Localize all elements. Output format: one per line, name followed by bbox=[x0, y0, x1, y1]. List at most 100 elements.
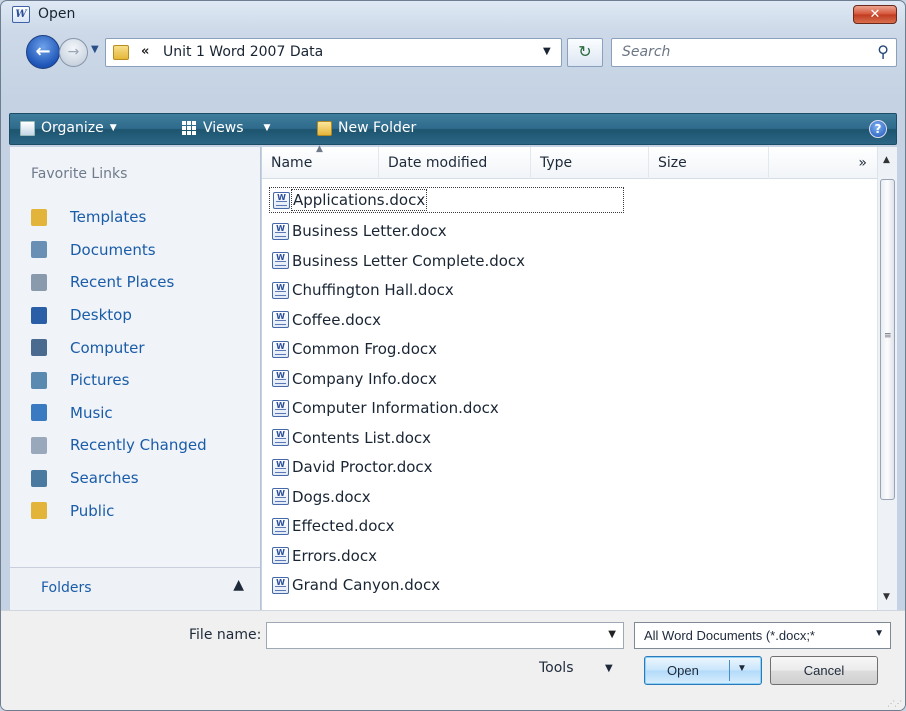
forward-button[interactable]: → bbox=[59, 38, 88, 67]
more-columns-button[interactable]: » bbox=[769, 147, 877, 179]
column-header-name[interactable]: ▲ Name bbox=[262, 144, 379, 179]
breadcrumb-current-folder[interactable]: Unit 1 Word 2007 Data bbox=[163, 44, 323, 60]
sidebar-item-desktop[interactable]: Desktop bbox=[31, 299, 251, 332]
dialog-footer: File name: ▼ All Word Documents (*.docx;… bbox=[1, 610, 905, 710]
file-row[interactable]: W Effected.docx bbox=[269, 512, 869, 542]
file-row[interactable]: W Company Info.docx bbox=[269, 364, 869, 394]
new-folder-icon bbox=[317, 120, 332, 136]
sidebar-item-label: Searches bbox=[70, 469, 139, 488]
folders-toggle[interactable]: Folders ▲ bbox=[10, 567, 260, 610]
file-row[interactable]: W Coffee.docx bbox=[269, 305, 869, 335]
scrollbar-thumb[interactable]: ≡ bbox=[880, 179, 895, 500]
window-title: Open bbox=[38, 6, 76, 22]
address-dropdown[interactable]: ▼ bbox=[543, 46, 551, 57]
column-header-type[interactable]: Type bbox=[531, 147, 649, 179]
file-row[interactable]: W Contents List.docx bbox=[269, 423, 869, 453]
column-header-date-modified[interactable]: Date modified bbox=[379, 147, 531, 179]
scroll-up-arrow-icon[interactable]: ▲ bbox=[883, 155, 890, 165]
open-dialog: W Open ✕ ← → ▼ « Unit 1 Word 2007 Data ▼… bbox=[0, 0, 906, 711]
word-document-icon: W bbox=[272, 547, 289, 565]
word-document-icon: W bbox=[272, 399, 289, 417]
word-document-icon: W bbox=[272, 252, 289, 270]
folder-icon bbox=[31, 502, 47, 520]
sidebar-item-pictures[interactable]: Pictures bbox=[31, 364, 251, 397]
close-button[interactable]: ✕ bbox=[853, 5, 897, 24]
back-button[interactable]: ← bbox=[26, 35, 60, 69]
file-name-field[interactable]: ▼ bbox=[266, 622, 624, 649]
sidebar-item-label: Documents bbox=[70, 240, 156, 259]
recent-pages-dropdown[interactable]: ▼ bbox=[91, 44, 99, 55]
recent-places-icon bbox=[31, 273, 47, 291]
file-row[interactable]: W Dogs.docx bbox=[269, 482, 869, 512]
column-header-size[interactable]: Size bbox=[649, 147, 769, 179]
file-row[interactable]: W Errors.docx bbox=[269, 541, 869, 571]
address-bar[interactable]: « Unit 1 Word 2007 Data ▼ bbox=[105, 38, 562, 67]
word-document-icon: W bbox=[272, 458, 289, 476]
file-name: Computer Information.docx bbox=[292, 399, 499, 418]
column-header-label: Name bbox=[271, 155, 313, 171]
word-document-icon: W bbox=[272, 311, 289, 329]
sidebar-item-recent-places[interactable]: Recent Places bbox=[31, 266, 251, 299]
open-button-label: Open bbox=[667, 663, 699, 678]
file-list: ▲ Name Date modified Type Size » W Applic… bbox=[262, 144, 897, 610]
vertical-scrollbar[interactable]: ▲ ≡ ▼ bbox=[877, 147, 897, 610]
favorite-links-header: Favorite Links bbox=[31, 166, 128, 182]
desktop-icon bbox=[31, 306, 47, 324]
file-row[interactable]: W Business Letter.docx bbox=[269, 217, 869, 247]
open-options-dropdown[interactable]: ▼ bbox=[737, 663, 747, 674]
breadcrumb-overflow[interactable]: « bbox=[141, 44, 149, 59]
sidebar-item-music[interactable]: Music bbox=[31, 397, 251, 430]
views-button[interactable]: Views ▼ bbox=[182, 120, 270, 136]
file-row[interactable]: W Business Letter Complete.docx bbox=[269, 246, 869, 276]
file-type-filter-select[interactable]: All Word Documents (*.docx;* ▼ bbox=[634, 622, 891, 649]
sidebar-item-label: Recent Places bbox=[70, 273, 175, 292]
more-columns-glyph: » bbox=[858, 155, 867, 171]
folder-icon bbox=[113, 45, 129, 60]
chevron-down-icon[interactable]: ▼ bbox=[605, 663, 613, 674]
open-button[interactable]: Open ▼ bbox=[644, 656, 762, 685]
chevron-down-icon: ▼ bbox=[263, 123, 271, 133]
column-header-label: Type bbox=[540, 155, 573, 171]
file-name: Business Letter.docx bbox=[292, 222, 447, 241]
search-input[interactable]: Search ⚲ bbox=[611, 38, 897, 67]
sidebar-item-templates[interactable]: Templates bbox=[31, 201, 251, 234]
organize-label: Organize bbox=[41, 120, 104, 136]
new-folder-label: New Folder bbox=[338, 120, 417, 136]
sidebar-item-label: Pictures bbox=[70, 371, 130, 390]
sidebar-item-searches[interactable]: Searches bbox=[31, 462, 251, 495]
resize-grip-icon[interactable]: ⋰⋰ bbox=[887, 699, 902, 708]
file-name: Business Letter Complete.docx bbox=[292, 251, 526, 270]
word-document-icon: W bbox=[272, 517, 289, 535]
scroll-down-arrow-icon[interactable]: ▼ bbox=[883, 592, 890, 602]
cancel-button[interactable]: Cancel bbox=[770, 656, 878, 685]
file-name: Contents List.docx bbox=[292, 428, 432, 447]
file-row[interactable]: W Common Frog.docx bbox=[269, 335, 869, 365]
organize-button[interactable]: Organize ▼ bbox=[20, 120, 117, 136]
file-name: Grand Canyon.docx bbox=[292, 576, 441, 595]
sidebar-item-public[interactable]: Public bbox=[31, 494, 251, 527]
file-row[interactable]: W Applications.docx bbox=[269, 187, 624, 213]
file-row[interactable]: W David Proctor.docx bbox=[269, 453, 869, 483]
file-name-label: File name: bbox=[189, 627, 262, 643]
search-icon[interactable]: ⚲ bbox=[877, 42, 889, 61]
chevron-down-icon[interactable]: ▼ bbox=[608, 629, 616, 640]
file-row[interactable]: W Chuffington Hall.docx bbox=[269, 276, 869, 306]
new-folder-button[interactable]: New Folder bbox=[317, 120, 416, 136]
sidebar-item-recently-changed[interactable]: Recently Changed bbox=[31, 429, 251, 462]
searches-icon bbox=[31, 469, 47, 487]
word-document-icon: W bbox=[272, 340, 289, 358]
file-row[interactable]: W Grand Canyon.docx bbox=[269, 571, 869, 601]
chevron-down-icon: ▼ bbox=[874, 628, 884, 639]
word-document-icon: W bbox=[273, 191, 290, 209]
file-type-filter-value: All Word Documents (*.docx;* bbox=[644, 628, 815, 643]
file-row[interactable]: W Computer Information.docx bbox=[269, 394, 869, 424]
sidebar-item-documents[interactable]: Documents bbox=[31, 234, 251, 267]
sidebar-item-computer[interactable]: Computer bbox=[31, 331, 251, 364]
refresh-button[interactable]: ↻ bbox=[567, 38, 603, 67]
folder-icon bbox=[31, 208, 47, 226]
navigation-pane: Favorite Links Templates Documents Recen… bbox=[10, 147, 261, 610]
file-name: Errors.docx bbox=[292, 546, 377, 565]
title-bar[interactable]: W Open ✕ bbox=[1, 1, 905, 29]
tools-button[interactable]: Tools bbox=[539, 660, 574, 676]
help-icon[interactable]: ? bbox=[869, 120, 887, 138]
